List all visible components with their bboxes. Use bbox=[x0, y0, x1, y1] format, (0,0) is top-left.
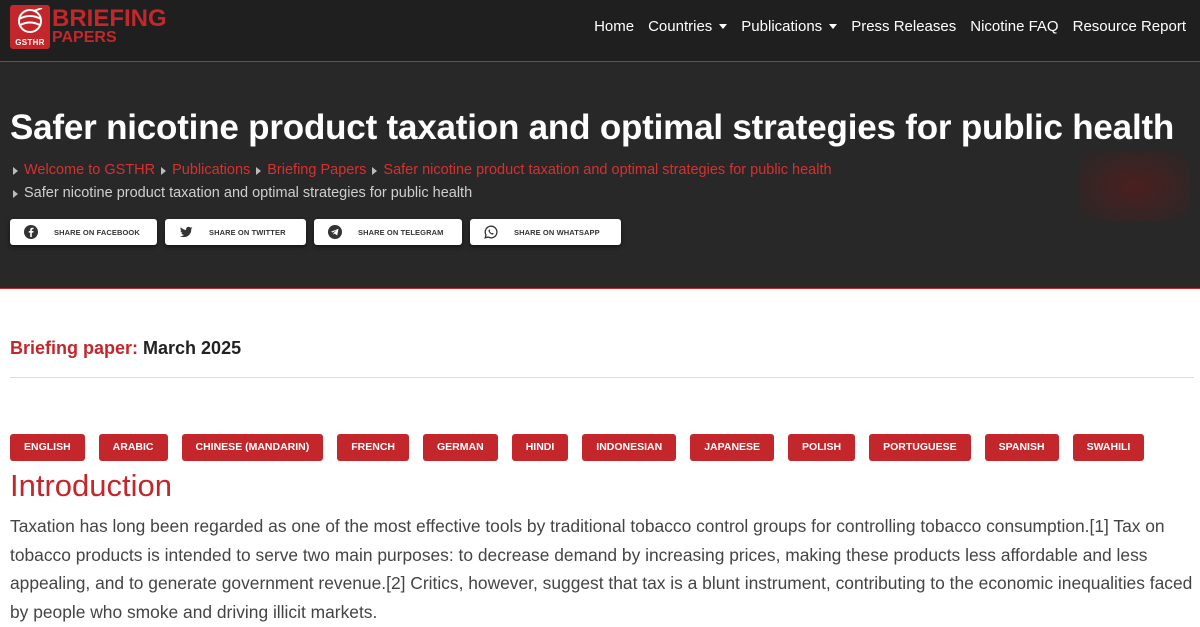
share-facebook-button[interactable]: SHARE ON FACEBOOK bbox=[10, 219, 157, 245]
language-button-arabic[interactable]: ARABIC bbox=[98, 434, 168, 461]
nav-countries[interactable]: Countries bbox=[648, 18, 728, 35]
language-button-portuguese[interactable]: PORTUGUESE bbox=[869, 434, 971, 461]
twitter-icon bbox=[179, 225, 193, 239]
breadcrumb: Welcome to GSTHR Publications Briefing P… bbox=[13, 159, 838, 205]
language-button-hindi[interactable]: HINDI bbox=[511, 434, 569, 461]
breadcrumb-home[interactable]: Welcome to GSTHR bbox=[24, 159, 155, 182]
logo-badge-text: GSTHR bbox=[15, 38, 45, 47]
breadcrumb-arrow-icon bbox=[13, 166, 18, 175]
language-button-french[interactable]: FRENCH bbox=[337, 434, 410, 461]
main-nav: Home Countries Publications Press Releas… bbox=[580, 18, 1186, 35]
language-button-swahili[interactable]: SWAHILI bbox=[1072, 434, 1145, 461]
nav-countries-label: Countries bbox=[648, 18, 713, 35]
language-buttons: ENGLISH ARABIC CHINESE (MANDARIN) FRENCH… bbox=[10, 434, 1158, 461]
breadcrumb-row: Welcome to GSTHR Publications Briefing P… bbox=[13, 159, 838, 182]
breadcrumb-briefing-papers[interactable]: Briefing Papers bbox=[267, 159, 366, 182]
chevron-down-icon bbox=[829, 24, 838, 29]
language-button-german[interactable]: GERMAN bbox=[423, 434, 498, 461]
briefing-date-value: March 2025 bbox=[143, 338, 242, 358]
briefing-date-label: Briefing paper: bbox=[10, 338, 139, 358]
breadcrumb-arrow-icon bbox=[13, 189, 18, 198]
breadcrumb-row: Safer nicotine product taxation and opti… bbox=[13, 182, 838, 205]
telegram-icon bbox=[328, 225, 342, 239]
hero-banner: Safer nicotine product taxation and opti… bbox=[0, 62, 1200, 289]
share-whatsapp-button[interactable]: SHARE ON WHATSAPP bbox=[470, 219, 621, 245]
nav-home[interactable]: Home bbox=[594, 18, 634, 35]
nav-publications[interactable]: Publications bbox=[741, 18, 838, 35]
nav-press-releases-label: Press Releases bbox=[851, 18, 957, 35]
breadcrumb-current: Safer nicotine product taxation and opti… bbox=[24, 185, 473, 201]
language-button-polish[interactable]: POLISH bbox=[788, 434, 856, 461]
nav-nicotine-faq-label: Nicotine FAQ bbox=[970, 18, 1059, 35]
whatsapp-icon bbox=[484, 225, 498, 239]
nav-resource-report[interactable]: Resource Report bbox=[1073, 18, 1186, 35]
share-whatsapp-label: SHARE ON WHATSAPP bbox=[514, 227, 600, 237]
logo-subtitle: PAPERS bbox=[52, 29, 117, 46]
share-twitter-label: SHARE ON TWITTER bbox=[209, 227, 286, 237]
top-navbar: GSTHR BRIEFING PAPERS Home Countries Pub… bbox=[0, 0, 1200, 62]
nav-nicotine-faq[interactable]: Nicotine FAQ bbox=[970, 18, 1058, 35]
logo-title: BRIEFING bbox=[52, 5, 167, 32]
section-heading: Introduction bbox=[10, 468, 172, 503]
nav-publications-label: Publications bbox=[741, 18, 823, 35]
share-telegram-button[interactable]: SHARE ON TELEGRAM bbox=[314, 219, 462, 245]
language-button-indonesian[interactable]: INDONESIAN bbox=[582, 434, 677, 461]
briefing-date: Briefing paper: March 2025 bbox=[10, 338, 241, 359]
globe-icon: GSTHR bbox=[10, 5, 50, 49]
hero-decoration bbox=[1080, 152, 1190, 222]
breadcrumb-publications[interactable]: Publications bbox=[172, 159, 250, 182]
divider bbox=[10, 377, 1194, 378]
facebook-icon bbox=[24, 225, 38, 239]
breadcrumb-parent-page[interactable]: Safer nicotine product taxation and opti… bbox=[383, 159, 831, 182]
share-twitter-button[interactable]: SHARE ON TWITTER bbox=[165, 219, 306, 245]
site-logo[interactable]: GSTHR BRIEFING PAPERS bbox=[10, 5, 172, 49]
language-button-spanish[interactable]: SPANISH bbox=[984, 434, 1059, 461]
breadcrumb-arrow-icon bbox=[256, 166, 262, 175]
page-title: Safer nicotine product taxation and opti… bbox=[10, 108, 1175, 147]
breadcrumb-arrow-icon bbox=[161, 166, 167, 175]
share-buttons: SHARE ON FACEBOOK SHARE ON TWITTER SHARE… bbox=[10, 219, 629, 245]
breadcrumb-arrow-icon bbox=[372, 166, 378, 175]
chevron-down-icon bbox=[719, 24, 728, 29]
share-facebook-label: SHARE ON FACEBOOK bbox=[54, 227, 140, 237]
nav-home-label: Home bbox=[594, 18, 635, 35]
intro-paragraph: Taxation has long been regarded as one o… bbox=[10, 516, 1193, 622]
nav-press-releases[interactable]: Press Releases bbox=[851, 18, 956, 35]
share-telegram-label: SHARE ON TELEGRAM bbox=[358, 227, 444, 237]
language-button-japanese[interactable]: JAPANESE bbox=[690, 434, 775, 461]
language-button-chinese[interactable]: CHINESE (MANDARIN) bbox=[181, 434, 324, 461]
nav-resource-report-label: Resource Report bbox=[1072, 18, 1186, 35]
language-button-english[interactable]: ENGLISH bbox=[10, 434, 85, 461]
